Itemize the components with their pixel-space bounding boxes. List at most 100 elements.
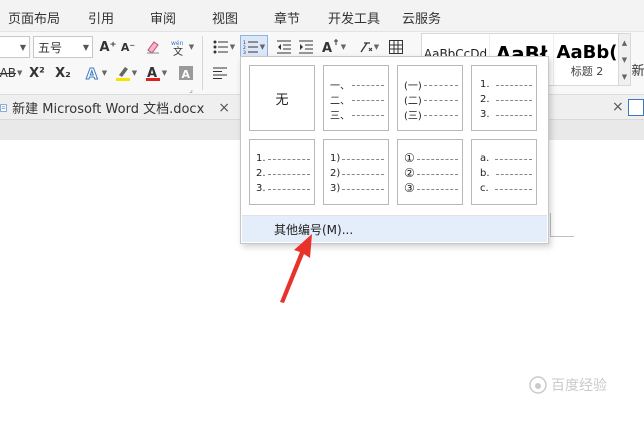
list-marker: (一)	[404, 80, 422, 92]
list-marker: ②	[404, 166, 415, 180]
annotation-arrow-icon	[280, 234, 312, 303]
font-color-button[interactable]: A ▼	[142, 62, 170, 84]
text-effect-icon: A	[85, 65, 98, 81]
menu-references[interactable]: 引用	[88, 8, 114, 27]
watermark: 百度经验	[528, 374, 624, 396]
font-size-combo[interactable]: 五号 ▼	[33, 36, 93, 58]
indent-icon	[299, 40, 313, 54]
list-marker: 二、	[330, 95, 350, 107]
list-marker: 2.	[256, 167, 266, 179]
style-name: 标题 2	[570, 65, 604, 78]
bullet-list-icon	[213, 40, 228, 54]
font-color-icon: A	[145, 66, 160, 81]
subscript-button[interactable]: X₂	[52, 62, 74, 84]
list-marker: (三)	[404, 110, 422, 122]
close-icon[interactable]: ×	[218, 100, 230, 116]
phonetic-guide-button[interactable]: wén 文 ▼	[168, 36, 196, 58]
list-marker: 3)	[330, 182, 341, 194]
numbering-none-label: 无	[275, 92, 289, 108]
shading-icon: A	[179, 66, 193, 80]
align-left-button[interactable]	[210, 62, 230, 84]
numbering-arabic-paren[interactable]: 1) 2) 3)	[323, 139, 389, 205]
list-marker: 一、	[330, 80, 350, 92]
menu-developer[interactable]: 开发工具	[328, 8, 380, 27]
list-marker: (二)	[404, 95, 422, 107]
numbering-chinese-comma[interactable]: 一、 二、 三、	[323, 65, 389, 131]
highlight-button[interactable]: ▼	[112, 62, 140, 84]
numbering-dropdown: 无 一、 二、 三、 (一) (二) (三) 1. 2. 3. 1. 2. 3.…	[240, 56, 549, 244]
menu-section[interactable]: 章节	[274, 8, 300, 27]
list-marker: ①	[404, 151, 415, 165]
list-marker: 1.	[256, 152, 266, 164]
document-icon	[0, 103, 7, 112]
svg-text:A: A	[86, 65, 98, 81]
chevron-down-icon: ▼	[188, 43, 195, 51]
phonetic-icon: wén文	[171, 40, 184, 56]
close-icon[interactable]: ×	[612, 99, 624, 115]
increase-indent-button[interactable]	[296, 36, 316, 58]
menu-page-layout[interactable]: 页面布局	[8, 8, 60, 27]
list-marker: 2)	[330, 167, 341, 179]
paragraph-mark-button[interactable]: ▼	[356, 36, 382, 58]
chevron-down-icon: ▼	[19, 43, 26, 52]
list-marker: 3.	[256, 182, 266, 194]
style-preview: AaBb(	[556, 42, 618, 63]
outdent-icon	[277, 40, 291, 54]
more-styles-icon[interactable]: ▼	[622, 73, 627, 81]
styles-scroll[interactable]: ▲ ▼ ▼	[619, 33, 631, 86]
new-tab-button[interactable]	[628, 99, 644, 116]
new-style-button[interactable]: 新	[632, 58, 644, 80]
numbering-arabic-dot[interactable]: 1. 2. 3.	[249, 139, 315, 205]
divider	[202, 36, 203, 90]
menu-review[interactable]: 审阅	[150, 8, 176, 27]
font-dialog-launcher[interactable]: ⌟	[186, 84, 196, 94]
watermark-text: 百度经验	[551, 378, 607, 394]
text-effect-button[interactable]: A ▼	[82, 62, 110, 84]
list-marker: 三、	[330, 110, 350, 122]
list-marker: ③	[404, 181, 415, 195]
superscript-button[interactable]: X²	[26, 62, 48, 84]
document-tab-title: 新建 Microsoft Word 文档.docx	[12, 102, 205, 117]
chevron-up-icon[interactable]: ▲	[622, 39, 627, 47]
list-marker: a.	[480, 152, 490, 164]
chevron-down-icon: ▼	[373, 43, 380, 51]
svg-text:A: A	[322, 41, 332, 55]
align-left-icon	[213, 67, 227, 79]
svg-text:文: 文	[173, 45, 183, 56]
shrink-font-button[interactable]: A⁻	[119, 36, 137, 58]
font-name-combo[interactable]: ▼	[0, 36, 30, 58]
list-marker: 1.	[480, 78, 490, 90]
table-borders-button[interactable]	[386, 36, 406, 58]
clear-format-button[interactable]	[143, 36, 163, 58]
style-heading-2[interactable]: AaBb( 标题 2	[554, 34, 618, 85]
chevron-down-icon: ▼	[259, 43, 266, 51]
chevron-down-icon: ▼	[17, 69, 23, 77]
highlighter-icon	[115, 67, 130, 81]
character-shading-button[interactable]: A	[176, 62, 196, 84]
numbering-arabic-dot-indented[interactable]: 1. 2. 3.	[471, 65, 537, 131]
menu-cloud[interactable]: 云服务	[402, 8, 441, 27]
list-marker: c.	[480, 182, 489, 194]
chevron-down-icon: ▼	[131, 69, 138, 77]
chevron-down-icon: ▼	[340, 43, 347, 51]
grow-font-button[interactable]: A⁺	[98, 36, 118, 58]
font-size-value: 五号	[38, 40, 63, 55]
eraser-icon	[147, 41, 159, 54]
page-margin-corner	[550, 213, 574, 237]
bullets-button[interactable]: ▼	[210, 36, 238, 58]
numbering-alpha-dot[interactable]: a. b. c.	[471, 139, 537, 205]
list-marker: b.	[480, 167, 490, 179]
svg-text:A: A	[182, 68, 191, 80]
menu-view[interactable]: 视图	[212, 8, 238, 27]
text-direction-button[interactable]: A ▼	[320, 36, 348, 58]
decrease-indent-button[interactable]	[274, 36, 294, 58]
chevron-down-icon: ▼	[229, 43, 236, 51]
numbering-none[interactable]: 无	[249, 65, 315, 131]
svg-text:wén: wén	[171, 40, 184, 47]
numbered-list-icon: 123	[243, 40, 258, 54]
document-tab[interactable]: 新建 Microsoft Word 文档.docx ×	[0, 95, 230, 120]
strikethrough-button[interactable]: AB ▼	[0, 62, 24, 84]
numbering-chinese-paren[interactable]: (一) (二) (三)	[397, 65, 463, 131]
chevron-down-icon[interactable]: ▼	[622, 56, 627, 64]
numbering-circled[interactable]: ① ② ③	[397, 139, 463, 205]
